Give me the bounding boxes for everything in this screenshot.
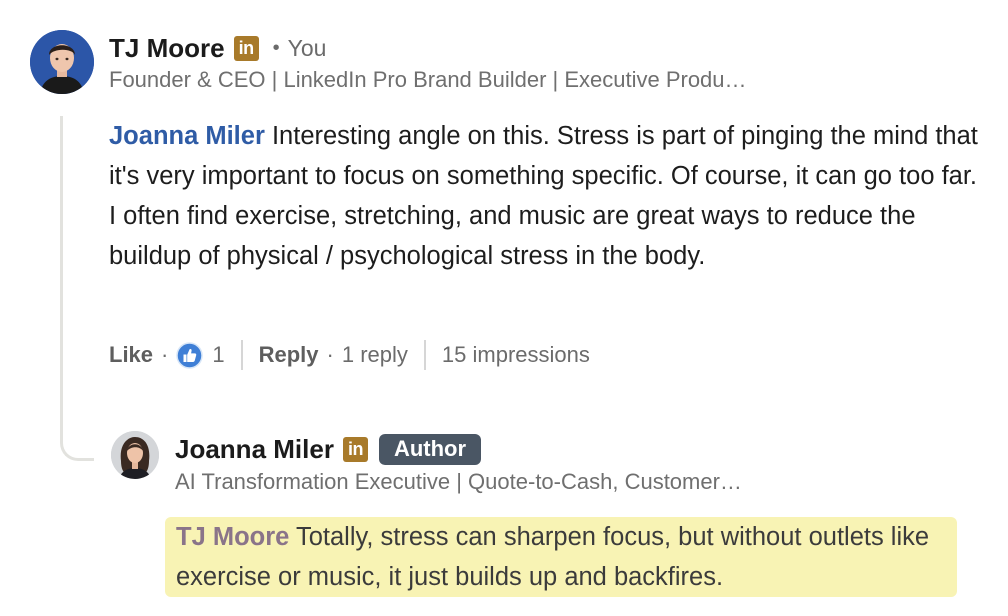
reply-header: Joanna Miler in Author [175, 431, 482, 467]
author-badge: Author [378, 433, 482, 465]
mention-link[interactable]: Joanna Miler [109, 122, 265, 150]
comment-header: TJ Moore in • You [109, 30, 326, 66]
comment-author-headline: Founder & CEO | LinkedIn Pro Brand Build… [109, 67, 747, 92]
avatar-tj-moore[interactable] [30, 30, 94, 94]
reply-author-headline: AI Transformation Executive | Quote-to-C… [175, 469, 742, 494]
relation-label: You [287, 34, 327, 61]
divider [240, 340, 243, 370]
impressions-count[interactable]: 15 impressions [442, 342, 590, 368]
separator-dot: · [161, 342, 169, 367]
mention-link[interactable]: TJ Moore [176, 523, 289, 551]
separator-dot: • [272, 36, 280, 59]
comment-actions: Like · 1 Reply · 1 reply 15 impressions [109, 337, 590, 373]
reply-text: TJ Moore Totally, stress can sharpen foc… [176, 517, 956, 597]
separator-dot: · [326, 342, 334, 367]
reply-count-link[interactable]: 1 reply [342, 342, 408, 368]
reply-button[interactable]: Reply [259, 342, 319, 368]
comment-author-name[interactable]: TJ Moore [109, 33, 225, 64]
linkedin-icon: in [233, 35, 259, 61]
avatar-joanna-miler[interactable] [111, 431, 159, 479]
comment-text: Joanna Miler Interesting angle on this. … [109, 116, 989, 276]
reply-text-content: Totally, stress can sharpen focus, but w… [176, 523, 930, 591]
divider [423, 340, 426, 370]
linkedin-icon: in [342, 436, 368, 462]
reaction-count[interactable]: 1 [212, 342, 224, 368]
thread-connector-curve [60, 421, 94, 461]
thread-line [60, 116, 63, 441]
like-thumbs-up-icon[interactable] [176, 341, 204, 369]
reply-author-name[interactable]: Joanna Miler [175, 434, 334, 465]
like-button[interactable]: Like [109, 342, 153, 368]
